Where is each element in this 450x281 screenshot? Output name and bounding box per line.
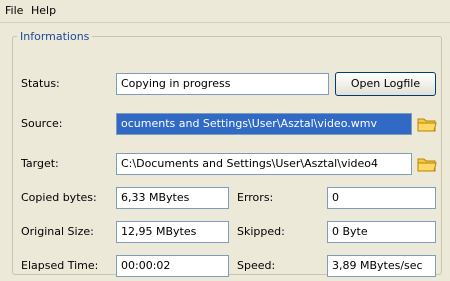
original-size-field: 12,95 MBytes bbox=[116, 221, 229, 243]
elapsed-time-label: Elapsed Time: bbox=[21, 259, 99, 272]
source-label: Source: bbox=[21, 117, 63, 130]
informations-group: Informations Status: Copying in progress… bbox=[12, 30, 442, 277]
original-size-label: Original Size: bbox=[21, 225, 94, 238]
menu-bar: File Help bbox=[0, 0, 450, 23]
speed-label: Speed: bbox=[237, 259, 276, 272]
open-logfile-button[interactable]: Open Logfile bbox=[335, 72, 436, 96]
skipped-label: Skipped: bbox=[237, 225, 285, 238]
errors-label: Errors: bbox=[237, 191, 274, 204]
errors-field: 0 bbox=[327, 187, 436, 209]
copied-bytes-field: 6,33 MBytes bbox=[116, 187, 229, 209]
status-label: Status: bbox=[21, 77, 60, 90]
target-field[interactable]: C:\Documents and Settings\User\Asztal\vi… bbox=[116, 153, 412, 175]
speed-field: 3,89 MBytes/sec bbox=[327, 255, 436, 277]
status-field: Copying in progress bbox=[116, 73, 329, 95]
menu-file[interactable]: File bbox=[5, 4, 23, 17]
copied-bytes-label: Copied bytes: bbox=[21, 191, 97, 204]
target-folder-icon[interactable] bbox=[417, 155, 437, 173]
target-label: Target: bbox=[21, 157, 59, 170]
group-title: Informations bbox=[20, 30, 90, 43]
source-folder-icon[interactable] bbox=[417, 115, 437, 133]
skipped-field: 0 Byte bbox=[327, 221, 436, 243]
elapsed-time-field: 00:00:02 bbox=[116, 255, 229, 277]
source-field[interactable]: ocuments and Settings\User\Asztal\video.… bbox=[116, 113, 412, 135]
menu-help[interactable]: Help bbox=[31, 4, 56, 17]
